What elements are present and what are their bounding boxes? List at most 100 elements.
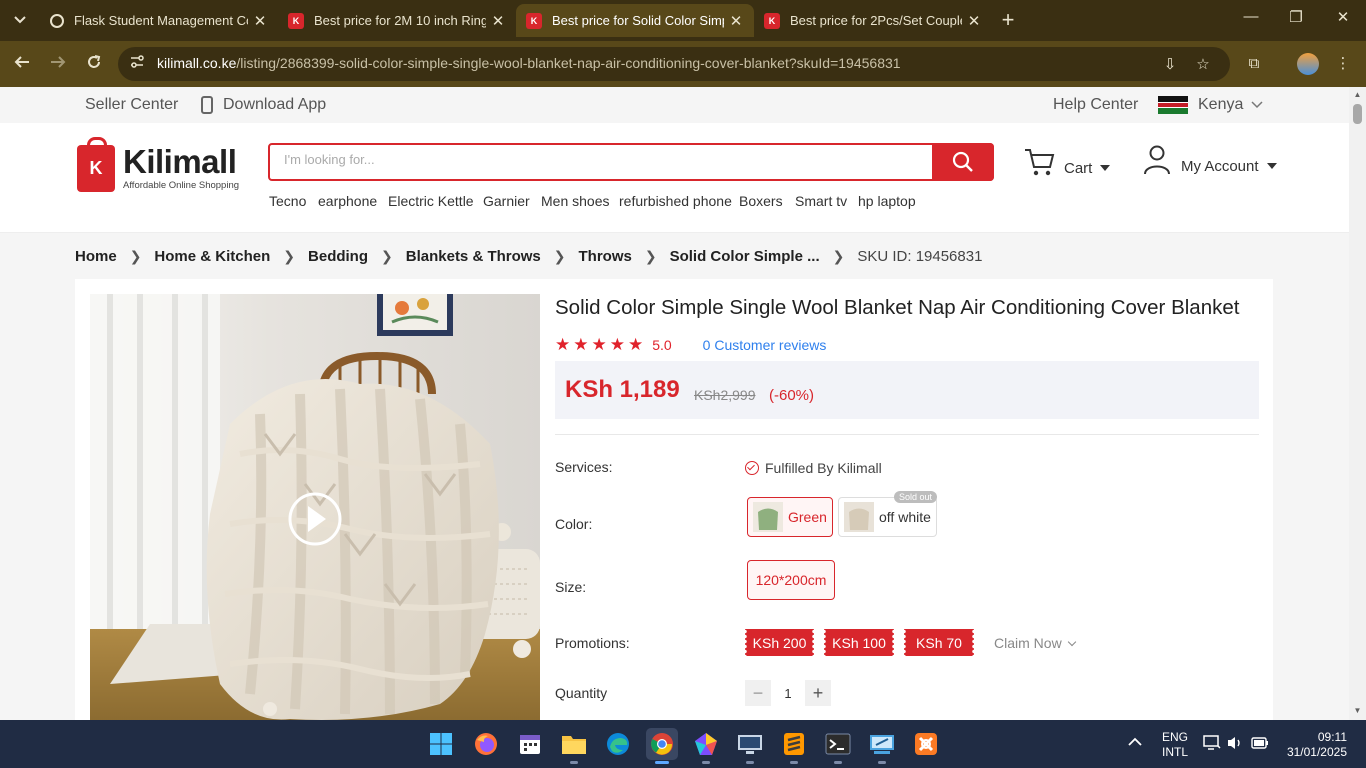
terminal-icon[interactable] — [822, 728, 854, 764]
hot-search-link[interactable]: refurbished phone — [619, 193, 732, 209]
color-option-label: off white — [879, 509, 931, 525]
calendar-app-icon[interactable] — [514, 728, 546, 760]
running-indicator — [746, 761, 754, 764]
sublime-text-icon[interactable] — [778, 728, 810, 764]
chevron-right-icon: ❯ — [283, 248, 296, 264]
url-host: kilimall.co.ke — [157, 55, 237, 71]
green-swatch-thumbnail — [753, 502, 783, 532]
logo-name: Kilimall — [123, 143, 237, 180]
address-bar[interactable]: kilimall.co.ke/listing/2868399-solid-col… — [118, 47, 1230, 81]
scroll-down-icon[interactable]: ▼ — [1353, 706, 1362, 715]
tab-close-icon[interactable]: ✕ — [724, 12, 748, 30]
network-icon[interactable] — [1203, 735, 1221, 754]
url-text: kilimall.co.ke/listing/2868399-solid-col… — [157, 55, 901, 71]
scroll-up-icon[interactable]: ▲ — [1353, 90, 1362, 99]
firefox-icon[interactable] — [470, 728, 502, 760]
hot-search-link[interactable]: earphone — [318, 193, 377, 209]
breadcrumb-link[interactable]: Throws — [579, 248, 632, 265]
product-image[interactable] — [90, 294, 540, 720]
scrollbar-thumb[interactable] — [1353, 104, 1362, 124]
my-account-button[interactable]: My Account — [1143, 145, 1277, 175]
breadcrumb-link[interactable]: Blankets & Throws — [406, 248, 541, 265]
claim-now-button[interactable]: Claim Now — [994, 635, 1076, 651]
color-option-off-white[interactable]: off white Sold out — [838, 491, 937, 537]
windows-start-icon[interactable] — [425, 728, 457, 760]
edge-icon[interactable] — [602, 728, 634, 760]
code-editor-icon[interactable] — [866, 728, 898, 764]
hot-search-link[interactable]: hp laptop — [858, 193, 916, 209]
browser-tab[interactable]: K Best price for 2M 10 inch Ring ✕ — [278, 4, 516, 37]
input-language-indicator[interactable]: ENG INTL — [1162, 730, 1188, 760]
search-icon — [952, 151, 973, 172]
size-option[interactable]: 120*200cm — [747, 560, 835, 600]
back-button[interactable] — [10, 52, 34, 76]
original-price: KSh2,999 — [694, 387, 756, 403]
download-app-label: Download App — [223, 96, 327, 113]
clock[interactable]: 09:11 31/01/2025 — [1283, 730, 1347, 760]
country-selector[interactable]: Kenya — [1158, 96, 1263, 114]
volume-icon[interactable] — [1226, 735, 1244, 754]
tab-close-icon[interactable]: ✕ — [248, 12, 272, 30]
extensions-icon[interactable]: ⧉ — [1244, 54, 1264, 74]
install-app-icon[interactable]: ⇩ — [1160, 55, 1180, 75]
logo-bag-icon: K — [77, 137, 115, 192]
hot-search-link[interactable]: Electric Kettle — [388, 193, 474, 209]
chevron-right-icon: ❯ — [129, 248, 142, 264]
quantity-input[interactable] — [771, 680, 805, 706]
customer-reviews-link[interactable]: 0 Customer reviews — [703, 337, 827, 353]
gem-app-icon[interactable] — [690, 728, 722, 764]
browser-tab[interactable]: Flask Student Management Co ✕ — [40, 4, 278, 37]
seller-center-link[interactable]: Seller Center — [85, 96, 178, 114]
coupon-chip[interactable]: KSh 100 — [824, 629, 894, 656]
page-scrollbar[interactable]: ▲ ▼ — [1349, 87, 1366, 720]
battery-icon[interactable] — [1251, 736, 1269, 753]
hot-search-link[interactable]: Garnier — [483, 193, 530, 209]
tab-close-icon[interactable]: ✕ — [962, 12, 986, 30]
chrome-icon[interactable] — [646, 728, 678, 764]
cart-icon — [1025, 149, 1055, 176]
profile-avatar[interactable] — [1297, 53, 1319, 75]
cart-button[interactable]: Cart — [1024, 147, 1111, 177]
color-option-green[interactable]: Green — [747, 497, 833, 537]
decrease-quantity-button[interactable]: − — [745, 680, 771, 706]
forward-button[interactable] — [46, 52, 70, 76]
reload-button[interactable] — [82, 52, 106, 76]
tab-search-button[interactable] — [8, 8, 32, 32]
breadcrumb-link[interactable]: Bedding — [308, 248, 368, 265]
restore-button[interactable]: ❐ — [1281, 8, 1311, 26]
color-label: Color: — [555, 516, 593, 532]
breadcrumb-current[interactable]: Solid Color Simple ... — [670, 248, 820, 265]
search-button[interactable] — [932, 143, 994, 181]
close-window-button[interactable]: ✕ — [1328, 8, 1358, 26]
breadcrumb-link[interactable]: Home — [75, 248, 117, 265]
minimize-button[interactable]: — — [1236, 8, 1266, 25]
new-tab-button[interactable]: + — [996, 8, 1020, 32]
chevron-up-icon[interactable] — [1128, 736, 1142, 750]
tab-close-icon[interactable]: ✕ — [486, 12, 510, 30]
chatgpt-icon — [50, 13, 64, 28]
help-center-link[interactable]: Help Center — [1053, 96, 1138, 114]
breadcrumb-link[interactable]: Home & Kitchen — [154, 248, 270, 265]
coupon-chip[interactable]: KSh 200 — [745, 629, 814, 656]
xampp-icon[interactable] — [910, 728, 942, 760]
browser-tab-active[interactable]: K Best price for Solid Color Simpl ✕ — [516, 4, 754, 37]
hot-search-link[interactable]: Boxers — [739, 193, 783, 209]
hot-search-link[interactable]: Tecno — [269, 193, 306, 209]
search-input[interactable] — [284, 152, 914, 167]
coupon-chip[interactable]: KSh 70 — [904, 629, 974, 656]
download-app-link[interactable]: Download App — [201, 96, 326, 114]
chevron-right-icon: ❯ — [644, 248, 657, 264]
site-info-icon[interactable] — [128, 55, 146, 73]
more-menu-icon[interactable]: ⋮ — [1333, 54, 1353, 74]
remote-desktop-icon[interactable] — [734, 728, 766, 764]
kilimall-favicon-icon: K — [526, 12, 542, 29]
increase-quantity-button[interactable]: + — [805, 680, 831, 706]
browser-tab[interactable]: K Best price for 2Pcs/Set Couple ✕ — [754, 4, 992, 37]
current-price: KSh 1,189 — [565, 376, 680, 403]
file-explorer-icon[interactable] — [558, 728, 590, 764]
bookmark-star-icon[interactable]: ☆ — [1193, 55, 1213, 75]
reload-icon — [88, 55, 101, 68]
kilimall-logo[interactable]: K Kilimall Affordable Online Shopping — [77, 137, 239, 192]
hot-search-link[interactable]: Men shoes — [541, 193, 609, 209]
hot-search-link[interactable]: Smart tv — [795, 193, 847, 209]
